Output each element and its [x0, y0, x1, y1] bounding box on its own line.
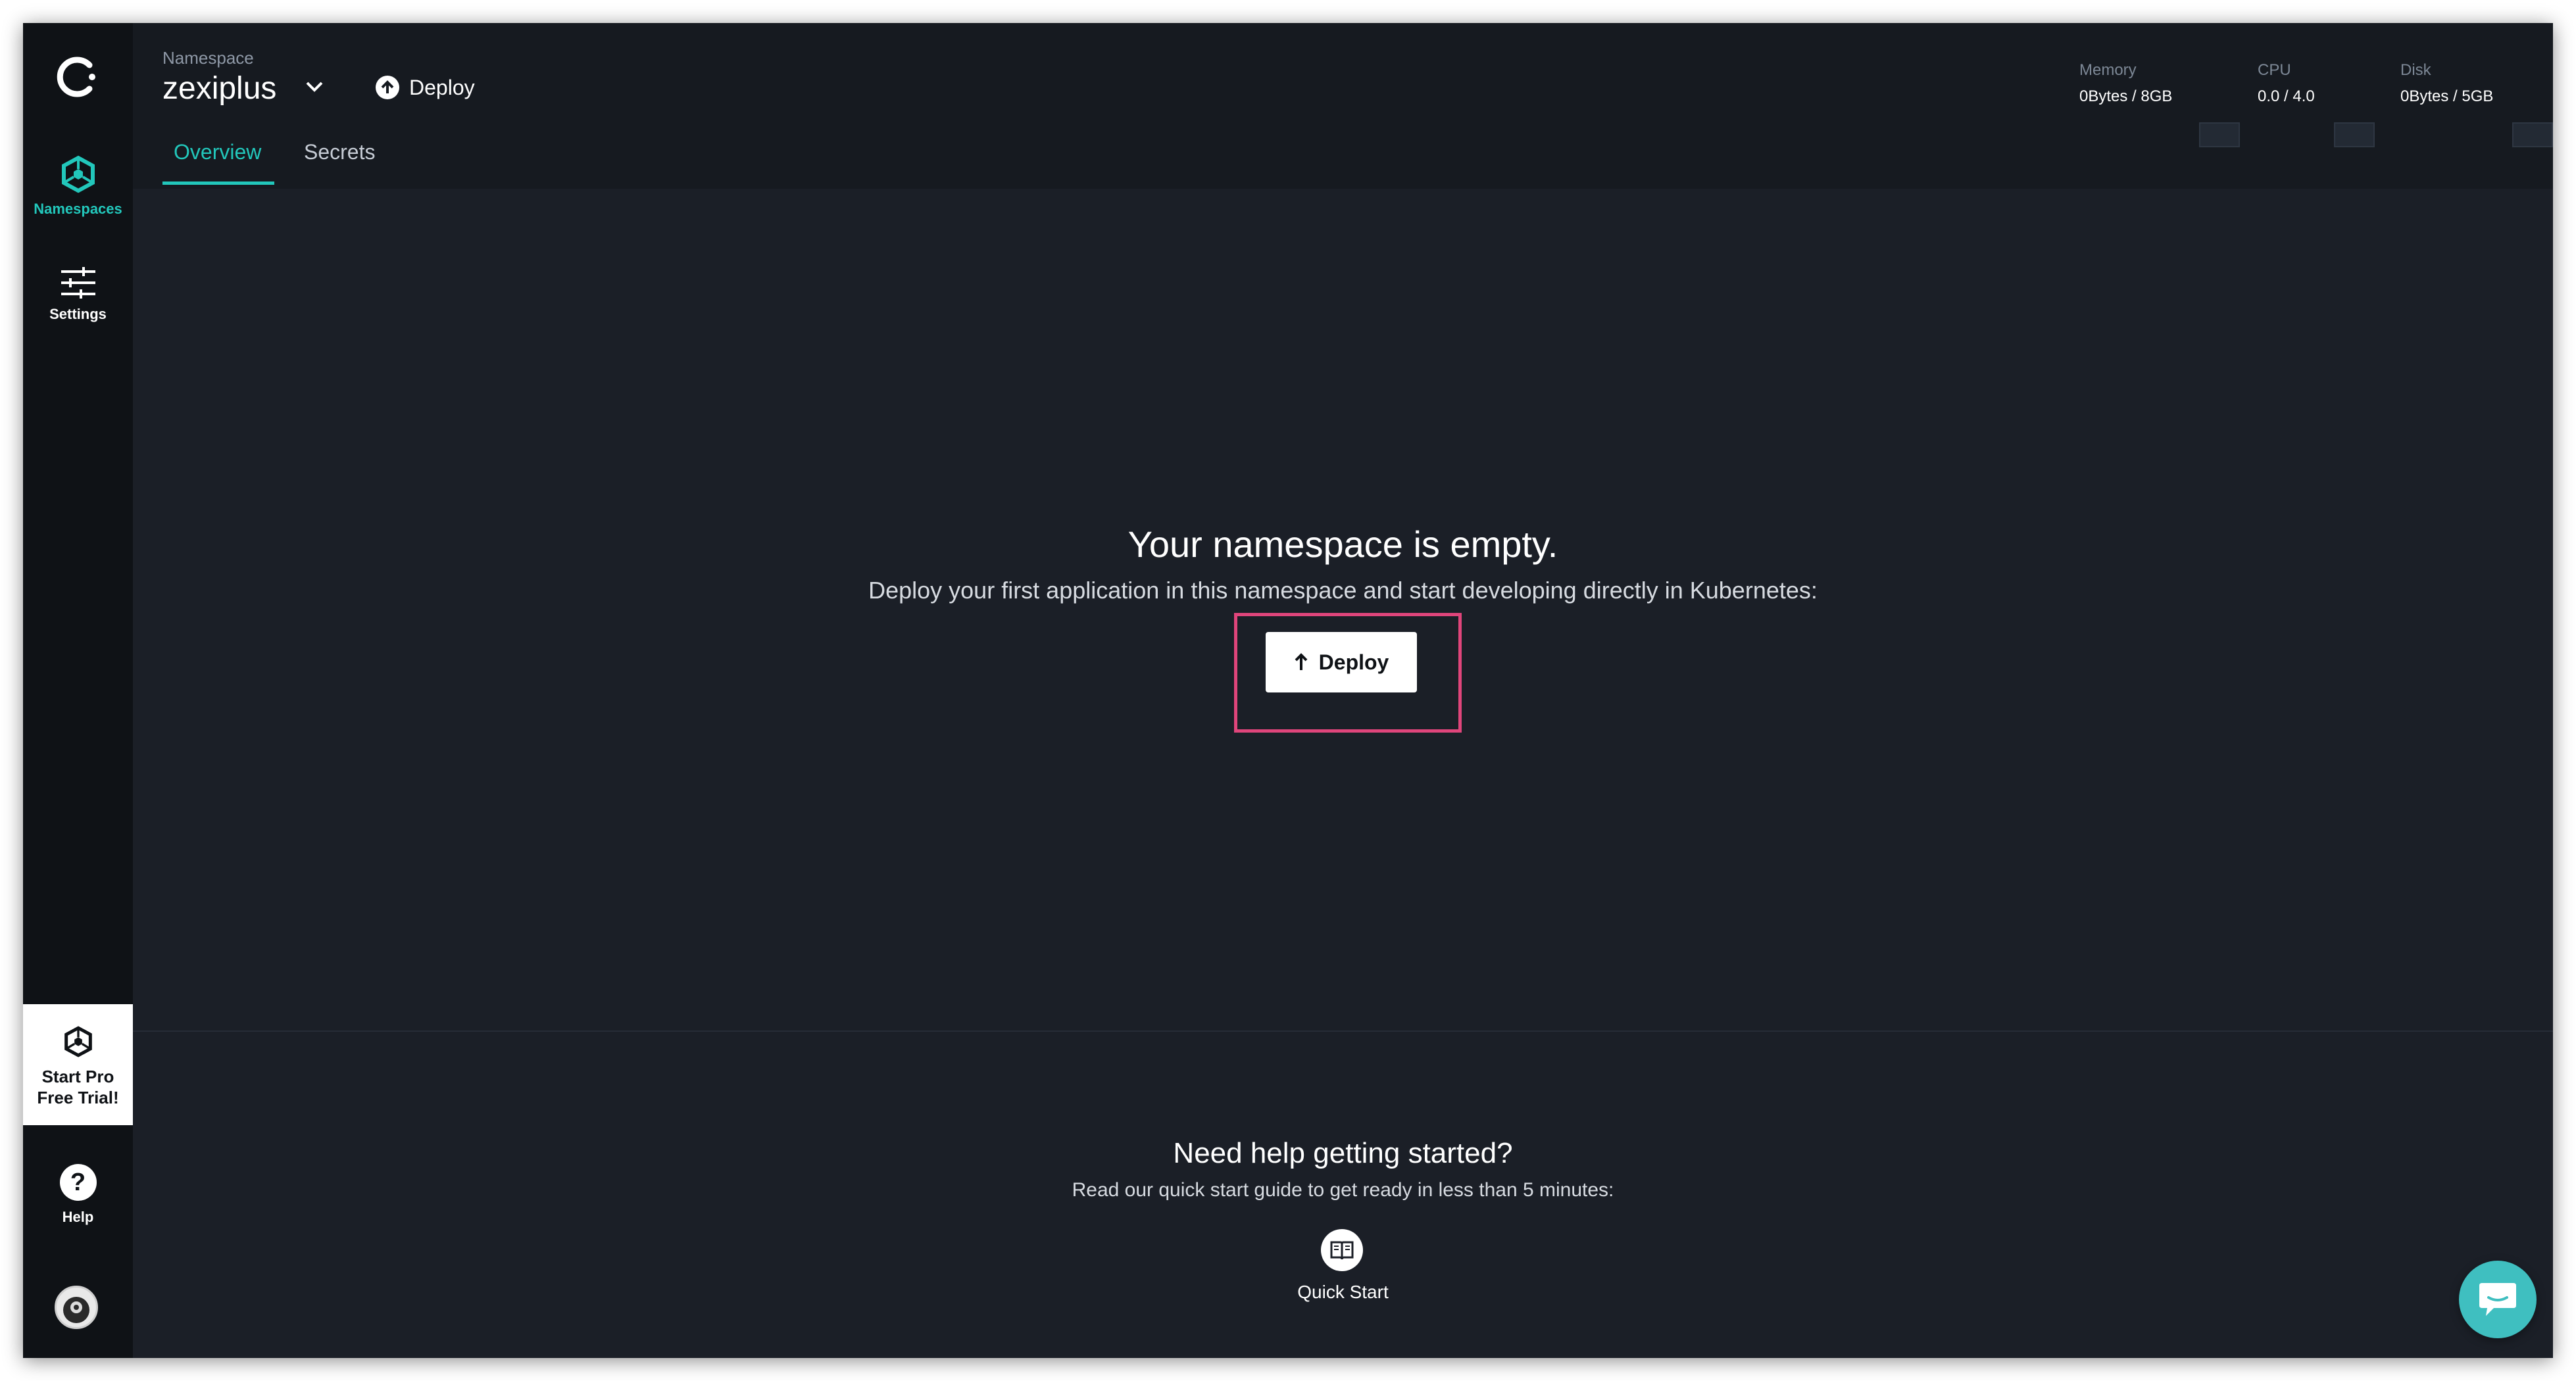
sidebar-item-help[interactable]: ? Help	[23, 1164, 133, 1226]
user-avatar[interactable]	[55, 1286, 98, 1329]
deploy-button[interactable]: Deploy	[1266, 632, 1417, 692]
tab-overview[interactable]: Overview	[174, 140, 261, 164]
sidebar: Namespaces Settings Start Pro Free Trial…	[23, 23, 133, 1358]
memory-usage-bar	[2199, 122, 2240, 147]
disk-label: Disk	[2400, 61, 2431, 79]
pro-trial-line1: Start Pro	[41, 1067, 114, 1086]
top-header: Namespace zexiplus Deploy Overview Secre…	[133, 23, 2553, 189]
upload-circle-icon	[376, 76, 399, 99]
namespace-caption: Namespace	[162, 48, 254, 68]
sliders-icon	[61, 267, 95, 299]
deploy-button-label: Deploy	[1318, 650, 1389, 674]
help-subtitle: Read our quick start guide to get ready …	[1072, 1179, 1614, 1201]
disk-value: 0Bytes / 5GB	[2400, 87, 2494, 105]
memory-value: 0Bytes / 8GB	[2079, 87, 2173, 105]
tab-secrets[interactable]: Secrets	[304, 140, 375, 164]
empty-state-title: Your namespace is empty.	[1127, 523, 1558, 565]
sidebar-item-settings[interactable]: Settings	[23, 266, 133, 323]
memory-metric: Memory 0Bytes / 8GB	[2079, 61, 2240, 147]
start-pro-trial-button[interactable]: Start Pro Free Trial!	[23, 1004, 133, 1125]
help-title: Need help getting started?	[1173, 1137, 1513, 1169]
cpu-metric: CPU 0.0 / 4.0	[2258, 61, 2375, 147]
sidebar-item-namespaces[interactable]: Namespaces	[23, 155, 133, 218]
sidebar-item-label: Namespaces	[34, 201, 122, 217]
disk-usage-bar	[2512, 122, 2553, 147]
memory-label: Memory	[2079, 61, 2137, 79]
disk-metric: Disk 0Bytes / 5GB	[2400, 61, 2553, 147]
cpu-usage-bar	[2334, 122, 2375, 147]
namespaces-icon	[64, 1026, 92, 1057]
cpu-label: CPU	[2258, 61, 2291, 79]
pro-trial-line2: Free Trial!	[37, 1088, 119, 1107]
quick-start-label[interactable]: Quick Start	[133, 1282, 2553, 1303]
book-icon	[1330, 1241, 1354, 1260]
namespace-selector[interactable]: zexiplus	[162, 70, 276, 107]
active-tab-indicator	[162, 182, 274, 185]
arrow-up-icon	[1295, 653, 1308, 670]
empty-state-panel: Your namespace is empty. Deploy your fir…	[133, 189, 2553, 1030]
app-logo-icon[interactable]	[51, 51, 104, 103]
chevron-down-icon[interactable]	[305, 81, 324, 93]
cpu-value: 0.0 / 4.0	[2258, 87, 2315, 105]
empty-state-subtitle: Deploy your first application in this na…	[868, 577, 1818, 604]
question-mark-icon: ?	[59, 1164, 97, 1201]
chat-bubble-icon	[2479, 1283, 2516, 1316]
app-window: Namespaces Settings Start Pro Free Trial…	[23, 23, 2553, 1358]
header-deploy-label: Deploy	[409, 75, 475, 99]
sidebar-item-label: Settings	[49, 306, 107, 322]
quick-start-button[interactable]	[1321, 1229, 1363, 1271]
help-section: Need help getting started? Read our quic…	[133, 1032, 2553, 1358]
chat-support-button[interactable]	[2459, 1261, 2537, 1338]
avatar-icon	[63, 1297, 89, 1323]
namespaces-icon	[61, 155, 95, 193]
sidebar-item-label: Help	[62, 1209, 94, 1225]
header-deploy-button[interactable]: Deploy	[375, 74, 475, 101]
